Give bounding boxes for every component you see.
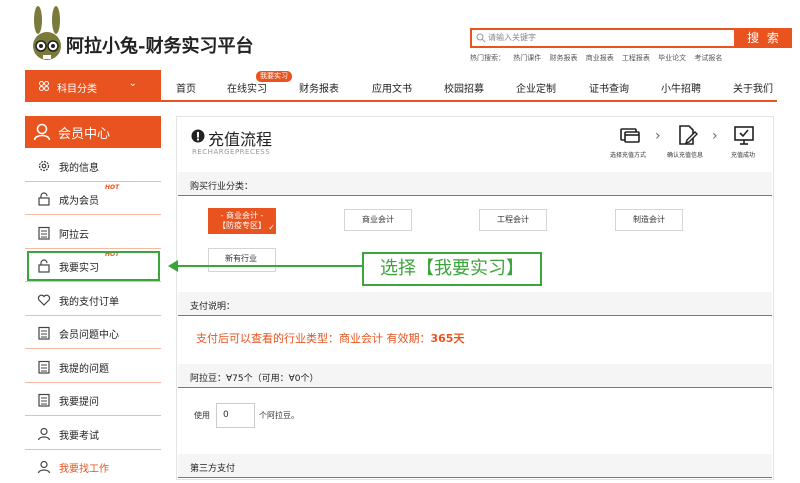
sidebar-item-label: 阿拉云	[59, 230, 89, 241]
nav-item-home[interactable]: 首页	[176, 80, 196, 95]
industry-option[interactable]: 制造会计	[615, 209, 683, 231]
document-icon	[38, 326, 50, 340]
sidebar-item-become-member[interactable]: 成为会员 HOT	[25, 182, 161, 215]
edit-document-icon	[679, 125, 698, 145]
user-icon	[37, 460, 51, 474]
document-icon	[38, 360, 50, 374]
hot-search-link[interactable]: 商业报表	[586, 54, 614, 62]
industry-option[interactable]: 工程会计	[479, 209, 547, 231]
document-icon	[38, 226, 50, 240]
sidebar-item-find-job[interactable]: 我要找工作	[25, 450, 161, 483]
industry-section-header: 购买行业分类：	[178, 172, 772, 196]
hot-search-link[interactable]: 热门课件	[513, 54, 541, 62]
hot-search-link[interactable]: 财务报表	[549, 54, 577, 62]
logo-brand: 阿拉小兔	[66, 36, 138, 57]
check-icon: ✓	[268, 223, 275, 232]
search-icon	[476, 33, 486, 43]
section-title: 支付说明：	[190, 302, 236, 312]
section-title: 第三方支付	[190, 464, 236, 474]
hot-search-link[interactable]: 工程报表	[622, 54, 650, 62]
sidebar-item-label: 我的信息	[59, 163, 99, 174]
heart-icon	[37, 294, 51, 306]
sidebar-item-payment-orders[interactable]: 我的支付订单	[25, 283, 161, 316]
sidebar-item-ala-cloud[interactable]: 阿拉云	[25, 216, 161, 249]
logo-tagline: -财务实习平台	[138, 36, 254, 57]
chevron-down-icon: ⌄	[128, 78, 137, 89]
rabbit-logo-icon	[33, 6, 61, 60]
industry-option-line1: - 商业会计 -	[220, 211, 264, 220]
sidebar-item-label: 我提的问题	[59, 364, 109, 375]
beans-section-header: 阿拉豆：∀75个（可用：∀0个）	[178, 364, 772, 388]
search-button[interactable]: 搜 索	[736, 28, 792, 48]
alert-icon	[191, 129, 205, 143]
hot-search-link[interactable]: 考试报名	[694, 54, 722, 62]
step-label: 确认充值信息	[667, 152, 704, 159]
industry-option-line2: 【防疫专区】	[218, 221, 266, 230]
industry-option[interactable]: 新有行业	[208, 248, 276, 272]
beans-quantity-input[interactable]: 0	[216, 403, 255, 428]
nav-item-enterprise[interactable]: 企业定制	[516, 80, 556, 95]
section-title: 购买行业分类：	[190, 182, 254, 192]
hot-search-bar: 热门搜索： 热门课件 财务报表 商业报表 工程报表 毕业论文 考试报名	[470, 53, 728, 63]
industry-option-selected[interactable]: - 商业会计 - 【防疫专区】 ✓	[208, 208, 276, 234]
chevron-right-icon: ›	[655, 128, 661, 144]
sidebar-item-my-questions[interactable]: 我提的问题	[25, 350, 161, 383]
sidebar-item-label: 会员问题中心	[59, 330, 119, 341]
sidebar-item-ask-question[interactable]: 我要提问	[25, 383, 161, 416]
lock-icon	[38, 192, 50, 206]
nav-item-jobs[interactable]: 小牛招聘	[661, 80, 701, 95]
callout-line	[172, 265, 362, 267]
chevron-right-icon: ›	[712, 128, 718, 144]
step-label: 充值成功	[731, 152, 756, 159]
nav-item-financial-reports[interactable]: 财务报表	[299, 80, 339, 95]
nav-badge: 我要实习	[256, 71, 292, 82]
grid-icon	[39, 81, 49, 91]
payment-description-text: 支付后可以查看的行业类型：商业会计 有效期：	[196, 332, 431, 345]
sidebar-item-label: 我要找工作	[59, 464, 109, 475]
use-label: 使用	[194, 411, 210, 420]
sidebar-item-member-questions[interactable]: 会员问题中心	[25, 316, 161, 349]
document-icon	[38, 393, 50, 407]
step-label: 选择充值方式	[610, 152, 647, 159]
gear-icon	[38, 160, 50, 172]
payment-validity-days: 365天	[430, 332, 465, 345]
member-center-header: 会员中心	[25, 116, 161, 148]
sidebar-item-exam[interactable]: 我要考试	[25, 417, 161, 450]
sidebar-item-my-info[interactable]: 我的信息	[25, 149, 161, 182]
industry-option[interactable]: 商业会计	[344, 209, 412, 231]
third-party-section-header: 第三方支付	[178, 454, 772, 478]
sidebar-item-label: 我要提问	[59, 397, 99, 408]
sidebar-highlight-box	[27, 251, 160, 281]
nav-item-about[interactable]: 关于我们	[733, 80, 773, 95]
member-center-title: 会员中心	[58, 127, 111, 142]
hot-search-link[interactable]: 毕业论文	[658, 54, 686, 62]
nav-item-online-internship[interactable]: 在线实习	[227, 80, 267, 95]
page-subtitle: RECHARGEPRECESS	[192, 148, 271, 156]
use-unit: 个阿拉豆。	[259, 411, 299, 420]
page-title: 充值流程	[208, 130, 273, 149]
section-title: 阿拉豆：∀75个（可用：∀0个）	[190, 374, 319, 384]
payment-section-header: 支付说明：	[178, 292, 772, 316]
search-placeholder: 请输入关键字	[488, 33, 536, 42]
hot-badge: HOT	[105, 184, 120, 191]
callout-box: 选择【我要实习】	[362, 252, 542, 286]
user-icon	[33, 123, 51, 141]
search-input[interactable]: 请输入关键字	[470, 28, 736, 48]
category-menu-button[interactable]: 科目分类 ⌄	[25, 70, 161, 102]
nav-item-certificate[interactable]: 证书查询	[589, 80, 629, 95]
category-menu-label: 科目分类	[57, 84, 97, 95]
monitor-check-icon	[734, 126, 754, 145]
arrow-left-icon	[168, 260, 178, 272]
logo-text: 阿拉小兔-财务实习平台	[66, 32, 253, 58]
payment-description: 支付后可以查看的行业类型：商业会计 有效期：365天	[196, 330, 464, 346]
sidebar-item-label: 我要考试	[59, 431, 99, 442]
sidebar-item-label: 我的支付订单	[59, 297, 119, 308]
user-icon	[37, 427, 51, 441]
card-icon	[620, 128, 640, 143]
hot-search-label: 热门搜索：	[470, 54, 505, 62]
nav-item-campus-recruit[interactable]: 校园招募	[444, 80, 484, 95]
sidebar-item-label: 成为会员	[59, 196, 99, 207]
nav-item-documents[interactable]: 应用文书	[372, 80, 412, 95]
